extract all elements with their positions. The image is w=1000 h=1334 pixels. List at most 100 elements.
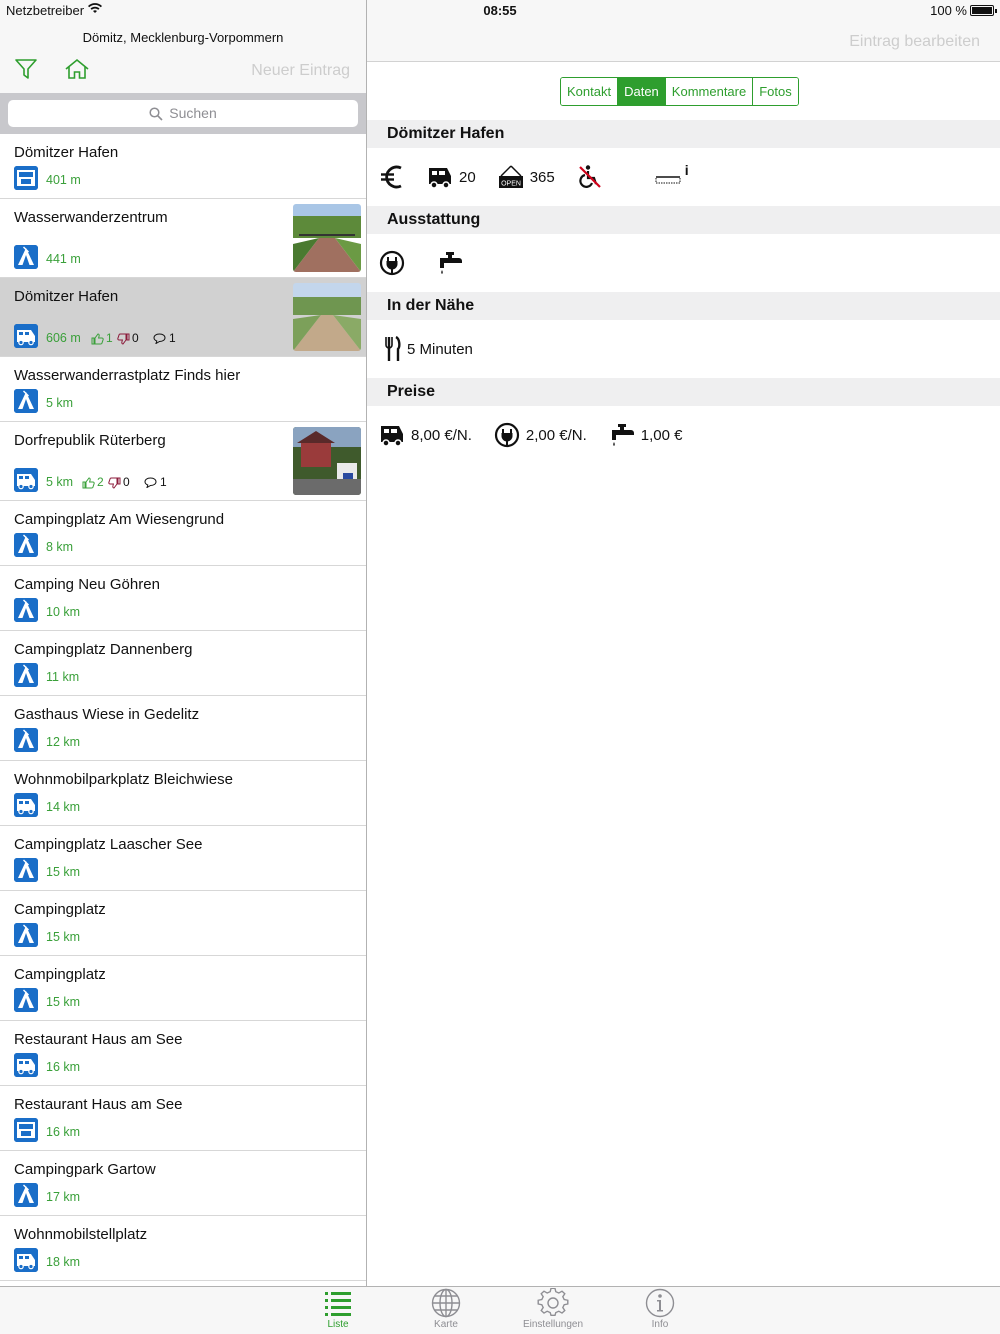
entry-distance: 17 km <box>46 1190 81 1204</box>
camping-type-icon <box>14 533 38 557</box>
water-item <box>437 250 463 276</box>
thumbs-up-icon <box>91 333 104 345</box>
entry-thumbnail <box>293 283 361 351</box>
detail-panel: Eintrag bearbeiten Kontakt Daten Komment… <box>367 0 1000 1286</box>
status-bar: Netzbetreiber 08:55 100 % <box>0 0 1000 20</box>
prices-heading: Preise <box>367 378 1000 406</box>
list-item[interactable]: Campingplatz Laascher See 15 km <box>0 826 366 891</box>
camping-type-icon <box>14 988 38 1012</box>
gear-icon <box>537 1288 569 1318</box>
entry-distance: 14 km <box>46 800 81 814</box>
tab-liste[interactable]: Liste <box>283 1287 393 1334</box>
tab-label: Liste <box>327 1319 349 1330</box>
list-item[interactable]: Restaurant Haus am See 16 km <box>0 1086 366 1151</box>
info-icon <box>644 1288 676 1318</box>
new-entry-button[interactable]: Neuer Eintrag <box>251 62 350 80</box>
entry-distance: 5 km <box>46 396 74 410</box>
tab-info[interactable]: Info <box>605 1287 715 1334</box>
list-item[interactable]: Campingplatz Am Wiesengrund 8 km <box>0 501 366 566</box>
entry-title: Wohnmobilparkplatz Bleichwiese <box>14 771 233 788</box>
location-title: Dömitz, Mecklenburg-Vorpommern <box>82 30 284 45</box>
info-mark: i <box>684 162 689 178</box>
list-item[interactable]: Wohnmobilstellplatz 18 km <box>0 1216 366 1281</box>
list-item[interactable]: Dömitzer Hafen 606 m 1 0 1 <box>0 278 366 357</box>
motorhome-type-icon <box>14 324 38 348</box>
segment-kommentare[interactable]: Kommentare <box>665 78 754 105</box>
segment-kontakt[interactable]: Kontakt <box>561 78 619 105</box>
battery-percentage: 100 % <box>930 3 967 18</box>
likes-count: 1 <box>106 331 113 345</box>
water-tap-icon <box>437 250 463 276</box>
entry-distance: 8 km <box>46 540 74 554</box>
water-tap-icon <box>609 422 635 448</box>
globe-icon <box>430 1288 462 1318</box>
service-type-icon <box>14 1118 38 1142</box>
entry-title: Campingpark Gartow <box>14 1161 156 1178</box>
list-item[interactable]: Wohnmobilparkplatz Bleichwiese 14 km <box>0 761 366 826</box>
segment-daten[interactable]: Daten <box>618 78 666 105</box>
segment-fotos[interactable]: Fotos <box>753 78 798 105</box>
list-item[interactable]: Gasthaus Wiese in Gedelitz 12 km <box>0 696 366 761</box>
entry-title: Gasthaus Wiese in Gedelitz <box>14 706 200 723</box>
comment-icon <box>153 333 166 345</box>
list-item[interactable]: Campingplatz 15 km <box>0 891 366 956</box>
fee-item <box>379 163 405 191</box>
tab-label: Einstellungen <box>522 1319 584 1330</box>
list-item[interactable]: Camping Neu Göhren 10 km <box>0 566 366 631</box>
motorhome-type-icon <box>14 1053 38 1077</box>
entry-distance: 606 m <box>46 331 81 345</box>
accessibility-item <box>577 164 603 190</box>
summary-row: 20 OPEN 365 i <box>379 157 711 197</box>
comments-count: 1 <box>169 331 176 345</box>
entry-thumbnail <box>293 427 361 495</box>
tab-karte[interactable]: Karte <box>391 1287 501 1334</box>
camping-type-icon <box>14 858 38 882</box>
list-item[interactable]: Dorfrepublik Rüterberg 5 km 2 0 1 <box>0 422 366 501</box>
thumbs-down-icon <box>117 333 130 345</box>
entry-title: Camping Neu Göhren <box>14 576 160 593</box>
entry-distance: 10 km <box>46 605 81 619</box>
camping-type-icon <box>14 598 38 622</box>
list-item[interactable]: Dömitzer Hafen 401 m <box>0 134 366 199</box>
list-icon <box>322 1288 354 1318</box>
entry-distance: 16 km <box>46 1060 81 1074</box>
dislikes: 0 <box>108 475 130 489</box>
detail-segmented-control[interactable]: Kontakt Daten Kommentare Fotos <box>560 77 799 106</box>
edit-entry-button[interactable]: Eintrag bearbeiten <box>849 33 980 51</box>
equipment-row <box>379 243 485 283</box>
search-input[interactable]: Suchen <box>8 100 358 127</box>
camping-type-icon <box>14 728 38 752</box>
entry-distance: 15 km <box>46 930 81 944</box>
open-days-count: 365 <box>529 168 555 186</box>
list-item[interactable]: Wasserwanderrastplatz Finds hier 5 km <box>0 357 366 422</box>
battery-icon <box>970 5 997 16</box>
camping-type-icon <box>14 923 38 947</box>
list-item[interactable]: Wasserwanderzentrum 441 m <box>0 199 366 278</box>
price-overnight: 8,00 €/N. <box>411 426 472 444</box>
equipment-heading: Ausstattung <box>367 206 1000 234</box>
camping-type-icon <box>14 389 38 413</box>
list-item[interactable]: Restaurant Haus am See 16 km <box>0 1021 366 1086</box>
clock: 08:55 <box>483 3 517 18</box>
filter-icon[interactable] <box>14 58 40 82</box>
nearby-row: 5 Minuten <box>379 329 495 369</box>
entry-distance: 18 km <box>46 1255 81 1269</box>
entry-title: Campingplatz <box>14 966 106 983</box>
open-days-item: OPEN 365 <box>498 165 555 189</box>
list-item[interactable]: Campingplatz 15 km <box>0 956 366 1021</box>
list-item[interactable]: Campingplatz Dannenberg 11 km <box>0 631 366 696</box>
restaurant-item: 5 Minuten <box>379 336 473 362</box>
home-icon[interactable] <box>64 58 92 82</box>
open-sign-text: OPEN <box>501 181 521 188</box>
tab-einstellungen[interactable]: Einstellungen <box>498 1287 608 1334</box>
list-item[interactable]: Campingpark Gartow 17 km <box>0 1151 366 1216</box>
likes: 1 <box>91 331 113 345</box>
spaces-item: 20 <box>427 165 476 189</box>
price-water-item: 1,00 € <box>609 422 682 448</box>
dislikes-count: 0 <box>132 331 139 345</box>
restaurant-distance: 5 Minuten <box>407 340 473 358</box>
power-plug-icon <box>494 422 520 448</box>
entry-list[interactable]: Dömitzer Hafen 401 m Wasserwanderzentrum 44… <box>0 134 366 1281</box>
likes-count: 2 <box>97 475 104 489</box>
entry-distance: 11 km <box>46 670 80 684</box>
